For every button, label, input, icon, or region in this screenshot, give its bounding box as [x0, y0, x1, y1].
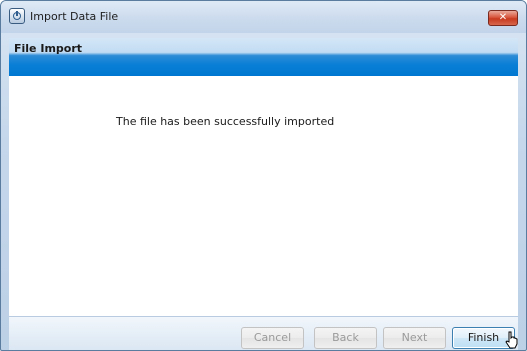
- import-dialog-window: Import Data File ✕ File Import The file …: [0, 0, 527, 351]
- hand-pointer-cursor-icon: [505, 331, 518, 349]
- close-icon: ✕: [498, 12, 508, 23]
- wizard-header: File Import: [9, 38, 518, 76]
- next-button[interactable]: Next: [383, 327, 446, 349]
- success-message: The file has been successfully imported: [116, 115, 335, 128]
- app-icon: [9, 8, 25, 24]
- window-title: Import Data File: [30, 10, 119, 23]
- button-bar: Cancel Back Next Finish: [9, 316, 518, 350]
- content-area: The file has been successfully imported: [9, 76, 518, 316]
- close-button[interactable]: ✕: [488, 10, 518, 26]
- title-bar[interactable]: Import Data File ✕: [1, 1, 526, 33]
- back-button[interactable]: Back: [314, 327, 377, 349]
- cancel-button[interactable]: Cancel: [241, 327, 304, 349]
- header-title: File Import: [14, 42, 83, 55]
